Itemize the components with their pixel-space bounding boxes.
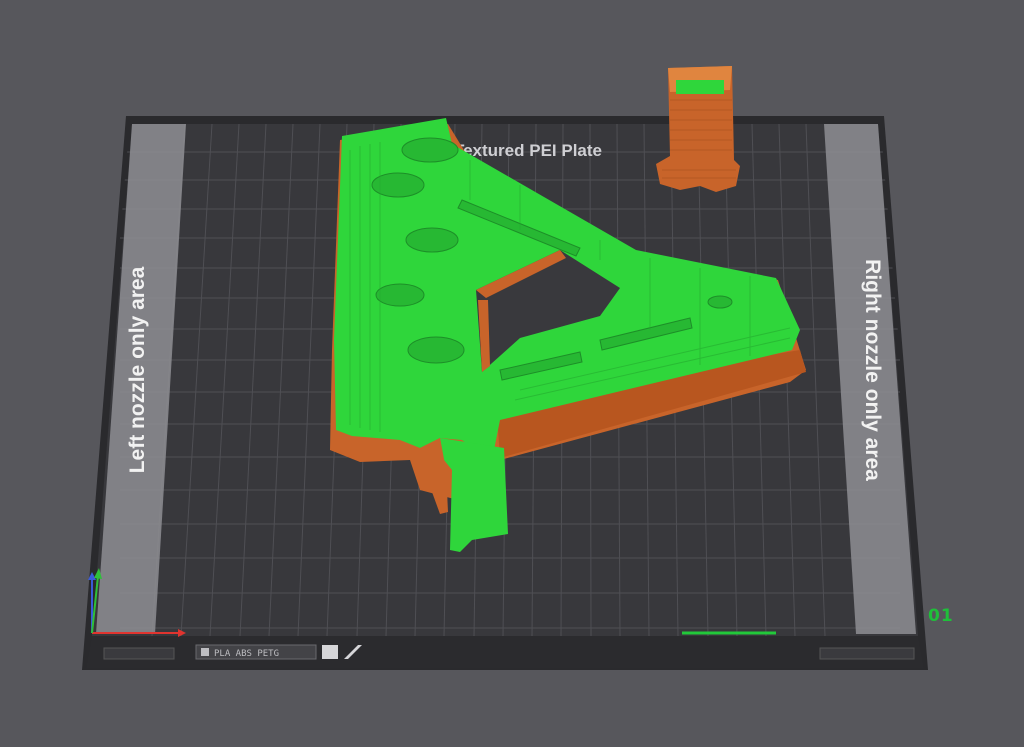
plate-index-label[interactable]: 01	[928, 606, 954, 626]
right-nozzle-zone-label: Right nozzle only area	[861, 259, 884, 481]
plate-title: Textured PEI Plate	[454, 141, 602, 160]
3d-preview-viewport[interactable]: Left nozzle only area Right nozzle only …	[0, 0, 1024, 747]
left-nozzle-zone-label: Left nozzle only area	[126, 266, 149, 473]
filament-tag: PLA ABS PETG	[195, 644, 362, 660]
filament-tag-label: PLA ABS PETG	[214, 649, 279, 659]
bezel-slot-right	[819, 647, 915, 660]
printer-brand-icon	[201, 648, 209, 656]
build-plate-scene[interactable]: Left nozzle only area Right nozzle only …	[0, 0, 1024, 747]
bezel-slot-left	[103, 647, 175, 660]
